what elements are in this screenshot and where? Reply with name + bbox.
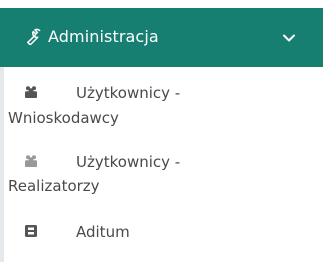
submenu-item-aditum[interactable]: Aditum	[4, 219, 323, 253]
submenu-item-label-line2: Realizatorzy	[8, 177, 100, 195]
users-icon	[25, 155, 37, 167]
submenu-item-label-line2: Wnioskodawcy	[8, 109, 119, 127]
submenu-item-label: Aditum	[76, 223, 130, 241]
users-icon	[25, 86, 37, 98]
chevron-down-icon[interactable]	[282, 33, 296, 43]
admin-menu-panel: Administracja Użytkownicy - Wnioskodawcy	[0, 0, 323, 262]
submenu-list: Użytkownicy - Wnioskodawcy Użytkownicy -…	[0, 67, 323, 262]
submenu-item-uzytkownicy-wnioskodawcy[interactable]: Użytkownicy - Wnioskodawcy	[4, 80, 323, 140]
id-card-icon	[25, 225, 37, 237]
menu-header-administracja[interactable]: Administracja	[0, 8, 323, 67]
menu-header-label: Administracja	[48, 27, 159, 46]
wrench-icon	[27, 28, 41, 46]
submenu-item-label-line1: Użytkownicy -	[76, 84, 181, 102]
submenu-item-uzytkownicy-realizatorzy[interactable]: Użytkownicy - Realizatorzy	[4, 149, 323, 209]
submenu-item-label-line1: Użytkownicy -	[76, 153, 181, 171]
